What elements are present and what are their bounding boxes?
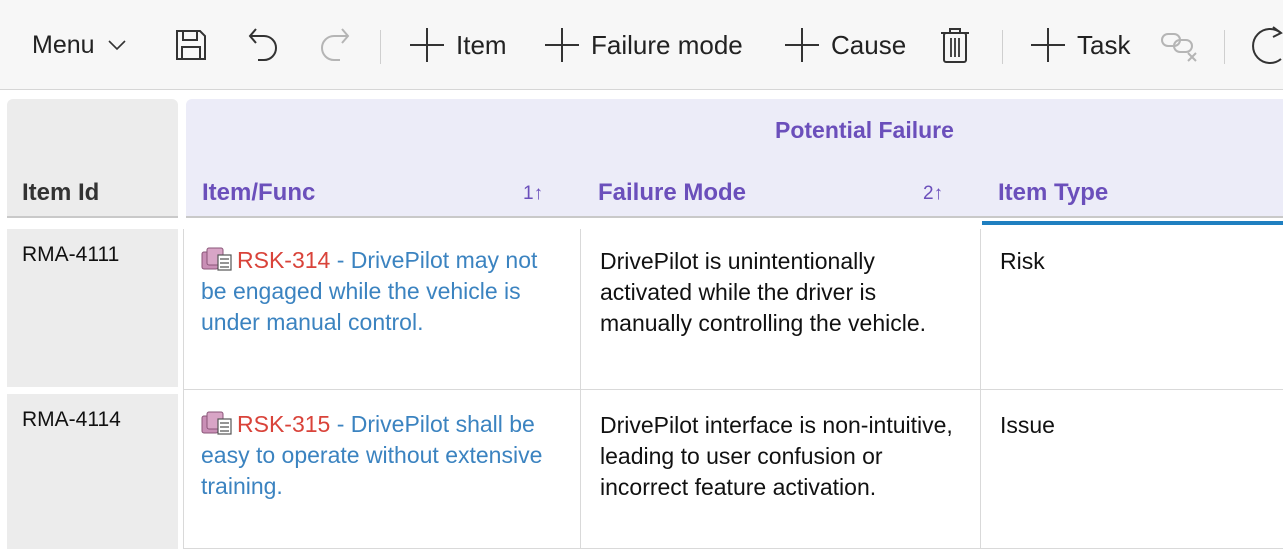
add-failure-mode-button[interactable]: Failure mode [543,0,743,90]
add-cause-label: Cause [831,29,907,60]
plus-icon [785,28,819,62]
save-icon [176,30,206,60]
item-type-value: Risk [1000,248,1045,274]
undo-button[interactable] [246,0,280,90]
add-cause-button[interactable]: Cause [783,0,906,90]
add-task-button[interactable]: Task [1029,0,1130,90]
plus-icon [545,28,579,62]
cell-item-func[interactable]: RSK-315 - DrivePilot shall be easy to op… [183,390,581,549]
sort-indicator-failure-mode[interactable]: 2↑ [923,183,943,205]
toolbar: Menu Item Failure mode Cause Task [0,0,1283,90]
item-type-value: Issue [1000,412,1055,438]
cell-failure-mode[interactable]: DrivePilot interface is non-intuitive, l… [581,390,981,549]
failure-mode-text: DrivePilot is unintentionally activated … [600,248,927,336]
chevron-down-icon [107,40,126,51]
sort-order: 1 [523,183,534,204]
column-header-item-type[interactable]: Item Type [998,179,1108,207]
row-item-id[interactable]: RMA-4111 [7,229,178,387]
menu-label: Menu [32,30,95,59]
cell-item-type[interactable]: Risk [981,229,1283,390]
risk-item-icon [201,411,232,435]
active-column-indicator [982,221,1283,225]
item-id-value: RMA-4111 [22,243,120,266]
toolbar-separator [1002,30,1003,64]
plus-icon [1031,28,1065,62]
add-item-button[interactable]: Item [408,0,507,90]
sort-indicator-item-func[interactable]: 1↑ [523,183,543,205]
column-header-failure-mode[interactable]: Failure Mode [598,179,746,207]
redo-button[interactable] [318,0,352,90]
menu-button[interactable]: Menu [32,0,129,90]
add-task-label: Task [1077,29,1131,60]
redo-icon [321,28,350,61]
column-group-title: Potential Failure [775,117,954,143]
item-id-value: RMA-4114 [22,408,121,431]
delete-button[interactable] [939,0,971,90]
cell-failure-mode[interactable]: DrivePilot is unintentionally activated … [581,229,981,390]
refresh-icon [1252,26,1283,64]
column-header-item-func[interactable]: Item/Func [202,179,315,207]
sort-ascending-icon: ↑ [933,183,944,204]
toolbar-separator [1224,30,1225,64]
column-header-item-id[interactable]: Item Id [7,99,178,218]
unlink-icon [1161,33,1197,62]
toolbar-separator [380,30,381,64]
plus-icon [410,28,444,62]
unlink-button[interactable] [1160,0,1200,90]
column-group-potential-failure: Potential Failure Item/Func 1↑ Failure M… [186,99,1283,218]
risk-link-id[interactable]: RSK-315 [237,411,330,437]
risk-link-id[interactable]: RSK-314 [237,247,330,273]
cell-item-type[interactable]: Issue [981,390,1283,549]
failure-mode-text: DrivePilot interface is non-intuitive, l… [600,412,953,500]
save-button[interactable] [174,0,208,90]
row-item-id[interactable]: RMA-4114 [7,394,178,549]
cell-item-func[interactable]: RSK-314 - DrivePilot may not be engaged … [183,229,581,390]
sort-ascending-icon: ↑ [533,183,544,204]
add-failure-mode-label: Failure mode [591,29,743,60]
risk-item-icon [201,247,232,271]
add-item-label: Item [456,29,507,60]
undo-icon [248,28,277,61]
refresh-button[interactable] [1251,0,1283,90]
trash-icon [941,28,969,63]
sort-order: 2 [923,183,934,204]
column-header-item-id-label: Item Id [22,179,100,206]
